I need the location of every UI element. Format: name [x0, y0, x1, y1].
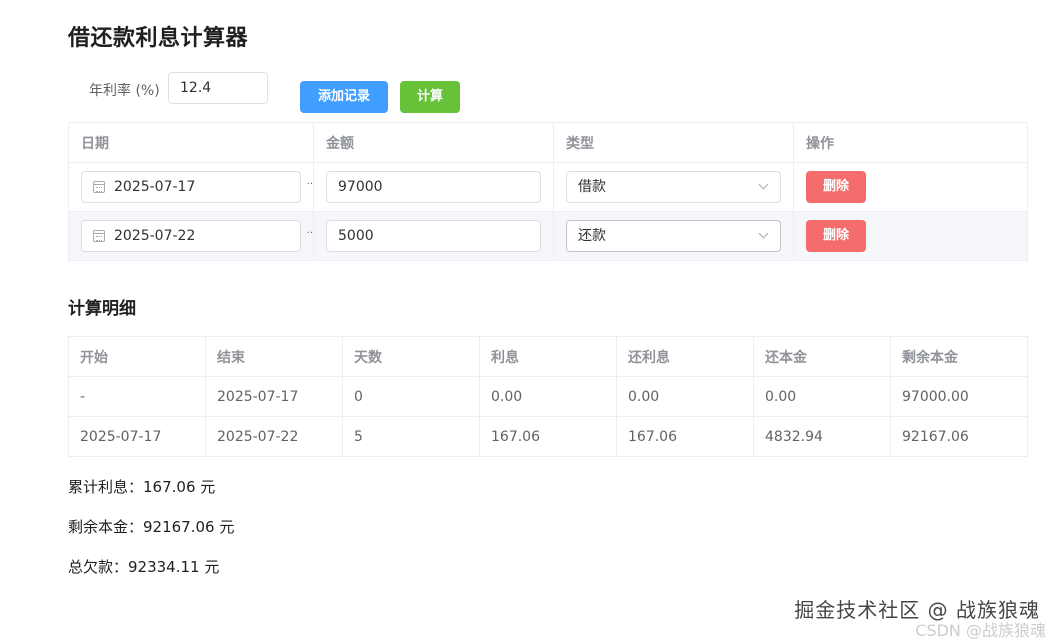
date-picker[interactable]: 2025-07-17: [81, 171, 301, 203]
amount-input[interactable]: [326, 220, 541, 252]
header-days: 天数: [342, 336, 480, 377]
records-header-row: 日期 金额 类型 操作: [68, 122, 1028, 163]
overflow-ellipsis: ··: [306, 179, 313, 190]
page-title: 借还款利息计算器: [68, 26, 249, 51]
cell-interest: 167.06: [479, 416, 617, 457]
calendar-icon: [93, 181, 105, 193]
record-row: 2025-07-22 ·· 还款 删除: [68, 211, 1028, 261]
cell-days: 5: [342, 416, 480, 457]
cell-principal-paid: 0.00: [753, 376, 891, 417]
cell-start: -: [68, 376, 206, 417]
date-value: 2025-07-22: [114, 228, 196, 244]
chevron-down-icon: [758, 179, 769, 190]
record-row: 2025-07-17 ·· 借款 删除: [68, 162, 1028, 212]
rate-label: 年利率 (%): [89, 83, 160, 99]
header-remaining-principal: 剩余本金: [890, 336, 1028, 377]
cell-end: 2025-07-22: [205, 416, 343, 457]
rate-row: 年利率 (%) 添加记录 计算: [68, 72, 488, 114]
header-end: 结束: [205, 336, 343, 377]
cell-days: 0: [342, 376, 480, 417]
summary-total-owed: 总欠款：92334.11 元: [68, 558, 220, 576]
calendar-icon: [93, 230, 105, 242]
header-action: 操作: [793, 122, 1028, 163]
date-picker[interactable]: 2025-07-22: [81, 220, 301, 252]
cell-remaining: 92167.06: [890, 416, 1028, 457]
summary-total-interest: 累计利息：167.06 元: [68, 478, 216, 496]
cell-interest-paid: 167.06: [616, 416, 754, 457]
table-row: - 2025-07-17 0 0.00 0.00 0.00 97000.00: [68, 376, 1028, 417]
type-value: 还款: [578, 228, 606, 244]
cell-remaining: 97000.00: [890, 376, 1028, 417]
cell-start: 2025-07-17: [68, 416, 206, 457]
watermark-csdn: CSDN @战族狼魂: [915, 621, 1046, 640]
header-amount: 金额: [313, 122, 554, 163]
overflow-ellipsis: ··: [306, 228, 313, 239]
header-date: 日期: [68, 122, 314, 163]
cell-principal-paid: 4832.94: [753, 416, 891, 457]
header-interest: 利息: [479, 336, 617, 377]
rate-input[interactable]: [168, 72, 268, 104]
details-header-row: 开始 结束 天数 利息 还利息 还本金 剩余本金: [68, 336, 1028, 377]
summary-remaining-principal: 剩余本金：92167.06 元: [68, 518, 235, 536]
type-select[interactable]: 借款: [566, 171, 781, 203]
cell-interest: 0.00: [479, 376, 617, 417]
add-record-button[interactable]: 添加记录: [300, 81, 388, 113]
records-table: 日期 金额 类型 操作 2025-07-17 ·· 借款: [68, 122, 1028, 261]
type-value: 借款: [578, 179, 606, 195]
date-value: 2025-07-17: [114, 179, 196, 195]
details-table: 开始 结束 天数 利息 还利息 还本金 剩余本金 - 2025-07-17 0 …: [68, 336, 1028, 457]
type-select[interactable]: 还款: [566, 220, 781, 252]
header-interest-paid: 还利息: [616, 336, 754, 377]
details-title: 计算明细: [68, 299, 136, 319]
header-type: 类型: [553, 122, 794, 163]
cell-interest-paid: 0.00: [616, 376, 754, 417]
delete-button[interactable]: 删除: [806, 220, 866, 252]
header-principal-paid: 还本金: [753, 336, 891, 377]
cell-end: 2025-07-17: [205, 376, 343, 417]
amount-input[interactable]: [326, 171, 541, 203]
table-row: 2025-07-17 2025-07-22 5 167.06 167.06 48…: [68, 416, 1028, 457]
calculate-button[interactable]: 计算: [400, 81, 460, 113]
header-start: 开始: [68, 336, 206, 377]
delete-button[interactable]: 删除: [806, 171, 866, 203]
chevron-down-icon: [758, 228, 769, 239]
